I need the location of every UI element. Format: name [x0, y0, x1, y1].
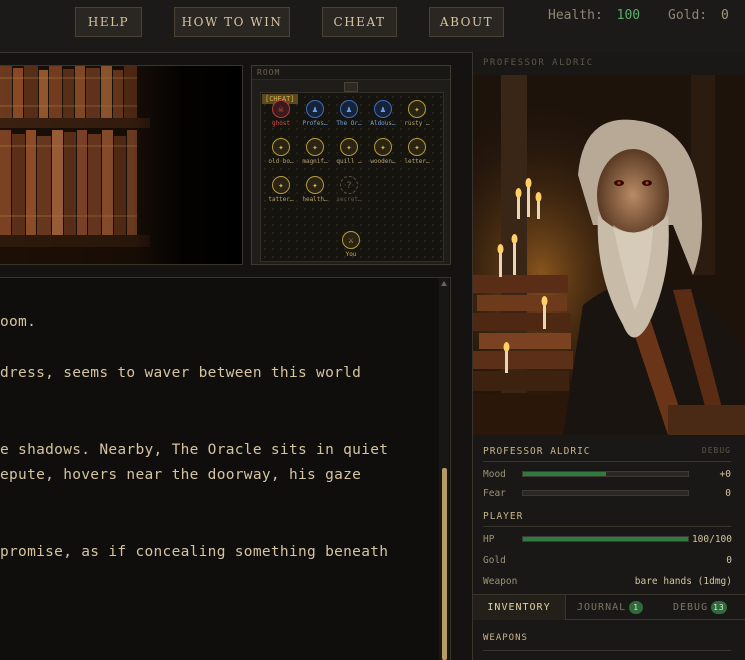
room-token[interactable]: ✦ health… [300, 176, 330, 203]
story-line: e shadows. Nearby, The Oracle sits in qu… [0, 442, 389, 458]
item-icon: ✦ [272, 138, 290, 156]
gold-stat: Gold: 0 [668, 8, 729, 23]
npc-panel: PROFESSOR ALDRIC PROFESSOR ALDRIC DEBUG … [472, 52, 745, 660]
room-token[interactable]: ♟ Profes… [300, 100, 330, 127]
divider [483, 650, 731, 651]
weapon-value: bare hands (1dmg) [634, 576, 732, 587]
stats-panel: PROFESSOR ALDRIC DEBUG Mood +0 Fear 0 PL… [473, 438, 745, 660]
player-section-title: PLAYER [483, 511, 524, 522]
tab-inventory[interactable]: INVENTORY [473, 595, 566, 620]
npc-portrait [473, 75, 745, 435]
fear-label: Fear [483, 488, 506, 499]
player-token[interactable]: ⚔ You [336, 231, 366, 258]
scroll-up-icon[interactable] [441, 281, 447, 286]
gold-label: Gold [483, 555, 506, 566]
room-token-label: wooden… [370, 158, 396, 165]
scene-image [0, 65, 243, 265]
item-icon: ✦ [306, 138, 324, 156]
room-token[interactable]: ✦ quill … [334, 138, 364, 165]
divider [483, 461, 731, 462]
room-token[interactable]: ✦ magnif… [300, 138, 330, 165]
room-token-label: rusty … [404, 120, 430, 127]
story-line: oom. [0, 314, 37, 330]
person-icon: ♟ [374, 100, 392, 118]
fear-value: 0 [725, 488, 731, 499]
room-token[interactable]: ♟ The Or… [334, 100, 364, 127]
about-button[interactable]: ABOUT [429, 7, 504, 37]
room-token-label: magnif… [302, 158, 328, 165]
health-value: 100 [616, 8, 641, 23]
top-bar: HELP HOW TO WIN CHEAT ABOUT Health: 100 … [0, 0, 745, 53]
room-map: ROOM [CHEAT] ☠ ghost ♟ Profes… ♟ The Or… ♟ Aldo… [251, 65, 451, 265]
room-token-label: Profes… [302, 120, 328, 127]
door-icon[interactable] [344, 82, 358, 92]
room-token-label: ghost [271, 120, 291, 127]
item-icon: ✦ [306, 176, 324, 194]
story-line: dress, seems to waver between this world [0, 365, 362, 381]
skull-icon: ☠ [272, 100, 290, 118]
room-token[interactable]: ✦ letter… [402, 138, 432, 165]
person-icon: ♟ [340, 100, 358, 118]
room-token[interactable]: ✦ old bo… [266, 138, 296, 165]
room-token[interactable]: ☠ ghost [266, 100, 296, 127]
gold-value: 0 [726, 555, 732, 566]
question-icon: ? [340, 176, 358, 194]
debug-badge: 13 [711, 600, 727, 614]
scrollbar-thumb[interactable] [442, 468, 447, 660]
story-log: oom. dress, seems to waver between this … [0, 277, 451, 660]
mood-bar [522, 471, 689, 477]
item-icon: ✦ [374, 138, 392, 156]
health-stat: Health: 100 [548, 8, 640, 23]
health-label: Health: [548, 8, 603, 23]
gold-label: Gold: [668, 8, 708, 23]
room-token-label: tatter… [268, 196, 294, 203]
hp-label: HP [483, 534, 495, 545]
hp-bar [522, 536, 689, 542]
story-scrollbar[interactable] [439, 278, 449, 660]
room-title: ROOM [252, 66, 450, 80]
weapons-section-title: WEAPONS [483, 633, 528, 643]
gold-value: 0 [720, 8, 729, 23]
weapon-label: Weapon [483, 576, 518, 587]
panel-tabs: INVENTORY JOURNAL 1 DEBUG 13 [473, 594, 745, 620]
room-token-label: Aldous… [370, 120, 396, 127]
room-token[interactable]: ✦ wooden… [368, 138, 398, 165]
room-token-label: old bo… [268, 158, 294, 165]
help-button[interactable]: HELP [75, 7, 142, 37]
room-token[interactable]: ♟ Aldous… [368, 100, 398, 127]
story-line: epute, hovers near the doorway, his gaze [0, 467, 362, 483]
room-token[interactable]: ✦ tatter… [266, 176, 296, 203]
mood-value: +0 [719, 469, 731, 480]
npc-name: PROFESSOR ALDRIC [483, 446, 591, 457]
tab-debug[interactable]: DEBUG 13 [673, 595, 743, 620]
room-token-label: secret… [336, 196, 362, 203]
room-token-label: The Or… [336, 120, 362, 127]
fear-bar [522, 490, 689, 496]
mood-label: Mood [483, 469, 506, 480]
how-to-win-button[interactable]: HOW TO WIN [174, 7, 290, 37]
tab-debug-label: DEBUG [673, 602, 709, 613]
item-icon: ✦ [272, 176, 290, 194]
item-icon: ✦ [408, 138, 426, 156]
room-token-label: health… [302, 196, 328, 203]
story-line: promise, as if concealing something bene… [0, 544, 389, 560]
cheat-button[interactable]: CHEAT [322, 7, 397, 37]
swords-icon: ⚔ [342, 231, 360, 249]
item-icon: ✦ [408, 100, 426, 118]
room-token[interactable]: ? secret… [334, 176, 364, 203]
room-token[interactable]: ✦ rusty … [402, 100, 432, 127]
tab-journal[interactable]: JOURNAL 1 [577, 595, 657, 620]
room-token-label: quill … [336, 158, 362, 165]
portrait-title: PROFESSOR ALDRIC [483, 58, 594, 68]
debug-label[interactable]: DEBUG [673, 446, 731, 455]
hp-value: 100/100 [691, 534, 732, 545]
person-icon: ♟ [306, 100, 324, 118]
room-token-label: letter… [404, 158, 430, 165]
item-icon: ✦ [340, 138, 358, 156]
divider [483, 526, 731, 527]
tab-journal-label: JOURNAL [577, 602, 627, 613]
journal-badge: 1 [629, 600, 644, 614]
tab-inventory-label: INVENTORY [487, 602, 551, 613]
player-token-label: You [345, 251, 357, 258]
